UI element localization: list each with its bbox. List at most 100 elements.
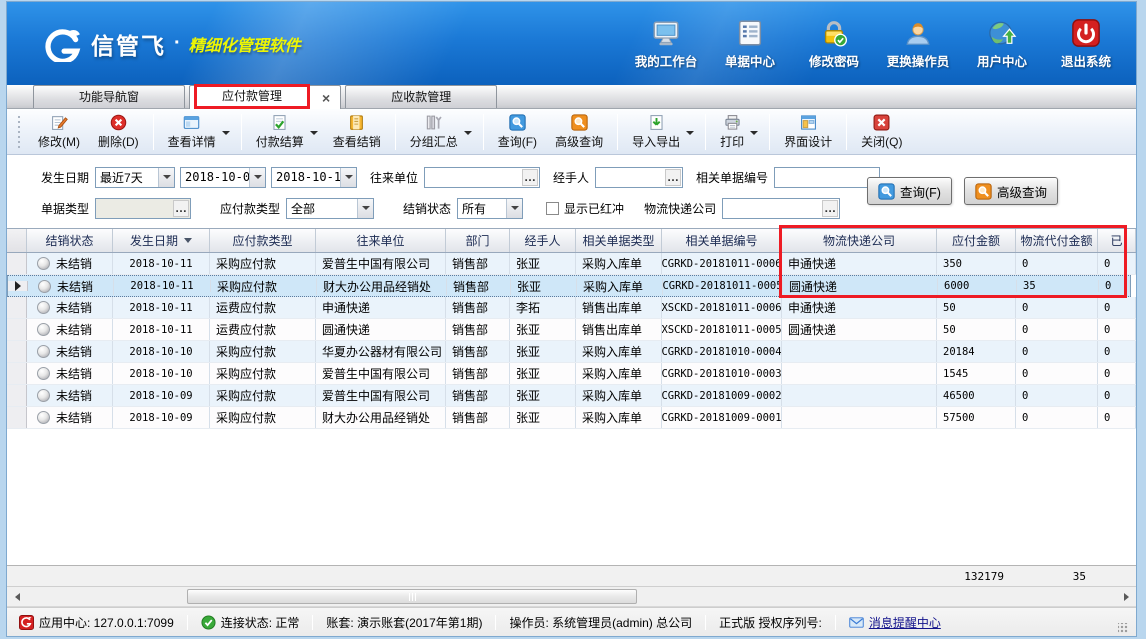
chevron-down-icon[interactable] <box>249 168 265 187</box>
chevron-down-icon[interactable] <box>340 168 356 187</box>
handler-field[interactable]: … <box>595 167 683 188</box>
ellipsis-button[interactable]: … <box>822 200 838 217</box>
cell-text: 未结销 <box>56 255 92 272</box>
toolbar-button-close[interactable]: 关闭(Q) <box>852 111 911 152</box>
message-center-link[interactable]: 消息提醒中心 <box>849 614 941 631</box>
ellipsis-button[interactable]: … <box>665 169 681 186</box>
toolbar-button-adv-query[interactable]: 高级查询 <box>546 111 612 152</box>
toolbar-button-query[interactable]: 查询(F) <box>489 111 546 152</box>
table-row[interactable]: 未结销2018-10-10采购应付款华夏办公器材有限公司销售部张亚采购入库单CG… <box>7 341 1136 363</box>
table-row[interactable]: 未结销2018-10-11采购应付款财大办公用品经销处销售部张亚采购入库单CGR… <box>7 275 1131 297</box>
column-header-dept[interactable]: 部门 <box>446 229 510 252</box>
vendor-input[interactable] <box>425 169 522 186</box>
column-header-vendor[interactable]: 往来单位 <box>316 229 446 252</box>
horizontal-scrollbar[interactable] <box>7 587 1136 607</box>
cell-text: 运费应付款 <box>216 299 276 316</box>
toolbar-button-view-writeoff[interactable]: 查看结销 <box>324 111 390 152</box>
logistics-field[interactable]: … <box>722 198 840 219</box>
cell-text: 销售部 <box>452 409 488 426</box>
toolbar-button-pay-settle[interactable]: 付款结算 <box>247 111 324 152</box>
show-reversed-checkbox[interactable] <box>546 202 559 215</box>
query-button[interactable]: 查询(F) <box>867 177 952 205</box>
toolbar-button-ui-design[interactable]: 界面设计 <box>775 111 841 152</box>
cell-date: 2018-10-11 <box>113 253 210 274</box>
dropdown-arrow-icon[interactable] <box>310 131 318 135</box>
scroll-right-button[interactable] <box>1118 589 1134 605</box>
doc-type-field[interactable]: … <box>95 198 191 219</box>
toolbar-button-edit[interactable]: 修改(M) <box>29 111 89 152</box>
statusbar-separator <box>835 615 836 630</box>
cell-text: 圆通快递 <box>789 278 837 295</box>
table-row[interactable]: 未结销2018-10-11运费应付款申通快递销售部李拓销售出库单XSCKD-20… <box>7 297 1136 319</box>
payable-type-select[interactable]: 全部 <box>286 198 374 219</box>
column-header-logistics[interactable]: 物流快递公司 <box>782 229 937 252</box>
toolbar-button-import-export[interactable]: 导入导出 <box>623 111 700 152</box>
tab-payables[interactable]: 应付款管理× <box>189 85 341 109</box>
column-header-date[interactable]: 发生日期 <box>113 229 210 252</box>
toolbar-button-view-details[interactable]: 查看详情 <box>159 111 236 152</box>
view-writeoff-icon <box>348 114 365 131</box>
table-row[interactable]: 未结销2018-10-11运费应付款圆通快递销售部张亚销售出库单XSCKD-20… <box>7 319 1136 341</box>
date-from-select[interactable]: 2018-10-04 <box>180 167 266 188</box>
column-header-doc_no[interactable]: 相关单据编号 <box>662 229 782 252</box>
chevron-down-icon[interactable] <box>506 199 522 218</box>
quick-action-exit-system[interactable]: 退出系统 <box>1054 18 1118 70</box>
chevron-down-icon[interactable] <box>158 168 174 187</box>
column-header-logistics_paid[interactable]: 物流代付金额 <box>1016 229 1098 252</box>
cell-doc_type: 采购入库单 <box>576 341 662 362</box>
tab-close-icon[interactable]: × <box>322 91 330 105</box>
cell-text: 0 <box>1022 368 1028 380</box>
dropdown-arrow-icon[interactable] <box>222 131 230 135</box>
tab-nav-window[interactable]: 功能导航窗 <box>33 85 185 108</box>
column-header-doc_type[interactable]: 相关单据类型 <box>576 229 662 252</box>
dropdown-arrow-icon[interactable] <box>464 131 472 135</box>
column-header-status[interactable]: 结销状态 <box>27 229 113 252</box>
column-header-paid[interactable]: 已 <box>1098 229 1136 252</box>
settle-status-select[interactable]: 所有 <box>457 198 523 219</box>
handler-input[interactable] <box>596 169 665 186</box>
doc-type-input[interactable] <box>96 200 173 217</box>
chevron-down-icon[interactable] <box>357 199 373 218</box>
dropdown-arrow-icon[interactable] <box>686 131 694 135</box>
table-row[interactable]: 未结销2018-10-10采购应付款爱普生中国有限公司销售部张亚采购入库单CGR… <box>7 363 1136 385</box>
tab-receivables[interactable]: 应收款管理 <box>345 85 497 108</box>
column-header-handler[interactable]: 经手人 <box>510 229 576 252</box>
doc-no-field[interactable] <box>774 167 880 188</box>
quick-action-my-workbench[interactable]: 我的工作台 <box>634 18 698 70</box>
date-to-select[interactable]: 2018-10-11 <box>271 167 357 188</box>
resize-grip[interactable] <box>1118 623 1128 633</box>
table-row[interactable]: 未结销2018-10-09采购应付款财大办公用品经销处销售部张亚采购入库单CGR… <box>7 407 1136 429</box>
cell-text: 销售部 <box>453 278 489 295</box>
dropdown-arrow-icon[interactable] <box>750 131 758 135</box>
scrollbar-thumb[interactable] <box>187 589 637 604</box>
toolbar-button-delete[interactable]: 删除(D) <box>89 111 148 152</box>
column-header-payable[interactable]: 应付金额 <box>937 229 1016 252</box>
toolbar-button-group-summary[interactable]: 分组汇总 <box>401 111 478 152</box>
column-header-type[interactable]: 应付款类型 <box>210 229 316 252</box>
cell-payable: 46500 <box>937 385 1016 406</box>
logistics-input[interactable] <box>723 200 822 217</box>
ellipsis-button[interactable]: … <box>522 169 538 186</box>
column-header-label: 物流快递公司 <box>823 232 895 249</box>
cell-vendor: 申通快递 <box>316 297 446 318</box>
cell-text: 20184 <box>943 346 975 358</box>
cell-dept: 销售部 <box>446 319 510 340</box>
quick-action-document-center[interactable]: 单据中心 <box>718 18 782 70</box>
table-row[interactable]: 未结销2018-10-09采购应付款爱普生中国有限公司销售部张亚采购入库单CGR… <box>7 385 1136 407</box>
advanced-query-button[interactable]: 高级查询 <box>964 177 1058 205</box>
cell-dept: 销售部 <box>447 278 511 295</box>
cell-logistics_paid: 0 <box>1016 385 1098 406</box>
quick-action-switch-operator[interactable]: 更换操作员 <box>886 18 950 70</box>
date-preset-select[interactable]: 最近7天 <box>95 167 175 188</box>
doc-no-input[interactable] <box>775 169 879 186</box>
quick-action-user-center[interactable]: 用户中心 <box>970 18 1034 70</box>
cell-paid: 0 <box>1098 253 1136 274</box>
vendor-field[interactable]: … <box>424 167 540 188</box>
column-header-label: 发生日期 <box>130 232 178 249</box>
table-row[interactable]: 未结销2018-10-11采购应付款爱普生中国有限公司销售部张亚采购入库单CGR… <box>7 253 1136 275</box>
toolbar-button-print[interactable]: 打印 <box>711 111 764 152</box>
quick-action-change-password[interactable]: 修改密码 <box>802 18 866 70</box>
scroll-left-button[interactable] <box>9 589 25 605</box>
ellipsis-button[interactable]: … <box>173 200 189 217</box>
toolbar-grip[interactable] <box>17 116 21 148</box>
